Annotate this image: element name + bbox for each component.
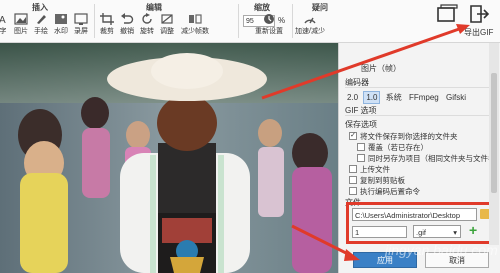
checkbox-overwrite[interactable]: 覆盖（若已存在） [357,142,428,153]
settings-panel: 图片（帧） 编码器 2.0 1.0 系统 FFmpeg Gifski GIF 选… [338,43,500,273]
checkbox[interactable] [349,187,357,196]
encoder-option-gifski[interactable]: Gifski [444,92,468,103]
ribbon-toolbar: 插入 A 字 图片 手绘 水印 录屏 编辑 裁剪 撤销 旋转 调整 减少帧数 缩… [0,0,500,43]
encoder-options: 2.0 1.0 系统 FFmpeg Gifski [345,91,469,104]
scroll-thumb[interactable] [491,73,497,193]
adjust-icon [161,14,173,24]
text-icon: A [0,15,6,25]
tool-record[interactable]: 录屏 [70,13,92,40]
group-separator [94,4,95,38]
group-title-edit: 编辑 [146,3,162,12]
group-separator [238,4,239,38]
watermark-text: jingyan.baidu.com [385,242,498,258]
divider [345,115,489,116]
gallery-button[interactable] [436,4,458,26]
tool-image[interactable]: 图片 [10,13,32,40]
image-icon [14,13,28,25]
checkbox[interactable]: ✓ [349,132,357,141]
export-gif-button[interactable]: 导出GIF [464,4,493,38]
checkbox[interactable] [357,154,365,163]
checkbox-save-as-project[interactable]: 同时另存为项目（相同文件夹与文件名） [357,153,500,164]
checkbox-copy-clipboard[interactable]: 复制到剪贴板 [349,175,405,186]
record-icon [74,13,88,25]
rotate-icon [142,13,152,24]
gallery-icon [437,4,458,22]
group-title-insert: 插入 [32,3,48,12]
checkbox[interactable] [349,165,357,174]
app-window: 插入 A 字 图片 手绘 水印 录屏 编辑 裁剪 撤销 旋转 调整 减少帧数 缩… [0,0,500,273]
tool-reduce-frames[interactable]: 减少帧数 [180,13,210,40]
watermark-icon [55,14,67,24]
group-title-zoom: 缩放 [254,3,270,12]
checkbox-post-command[interactable]: 执行编码后置命令 [349,186,420,197]
frame-photo [0,43,338,273]
tool-watermark[interactable]: 水印 [50,13,72,40]
divider [345,87,489,88]
svg-text:A: A [0,15,6,25]
tool-rotate[interactable]: 旋转 [136,13,158,40]
group-title-other: 疑问 [312,3,328,12]
frame-canvas[interactable] [0,43,338,273]
tool-speed[interactable]: 加速/减少 [290,13,330,40]
highlight-box [346,202,494,244]
crop-icon [100,13,114,25]
tool-reset[interactable]: 重新设置 [254,13,284,40]
checkbox-save-to-folder[interactable]: ✓ 将文件保存到你选择的文件夹 [349,131,458,142]
tool-crop[interactable]: 裁剪 [96,13,118,40]
checkbox[interactable] [357,143,365,152]
speed-icon [304,17,316,24]
encoder-option-1-0[interactable]: 1.0 [363,91,381,104]
tool-adjust[interactable]: 调整 [156,13,178,40]
encoder-option-system[interactable]: 系统 [384,91,404,104]
save-options-title: 保存选项 [345,120,377,129]
encoder-option-ffmpeg[interactable]: FFmpeg [407,92,441,103]
pen-icon [37,15,46,24]
undo-icon [121,13,134,24]
checkbox[interactable] [349,176,357,185]
tool-pen[interactable]: 手绘 [30,13,52,40]
panel-tab-image-frames[interactable]: 图片（帧） [361,63,401,74]
checkbox-upload[interactable]: 上传文件 [349,164,390,175]
export-icon [469,5,489,23]
reduce-frames-icon [189,14,202,24]
panel-scrollbar[interactable] [489,43,499,245]
tool-undo[interactable]: 撤销 [116,13,138,40]
reset-icon [264,14,274,24]
encoder-option-2-0[interactable]: 2.0 [345,92,360,103]
